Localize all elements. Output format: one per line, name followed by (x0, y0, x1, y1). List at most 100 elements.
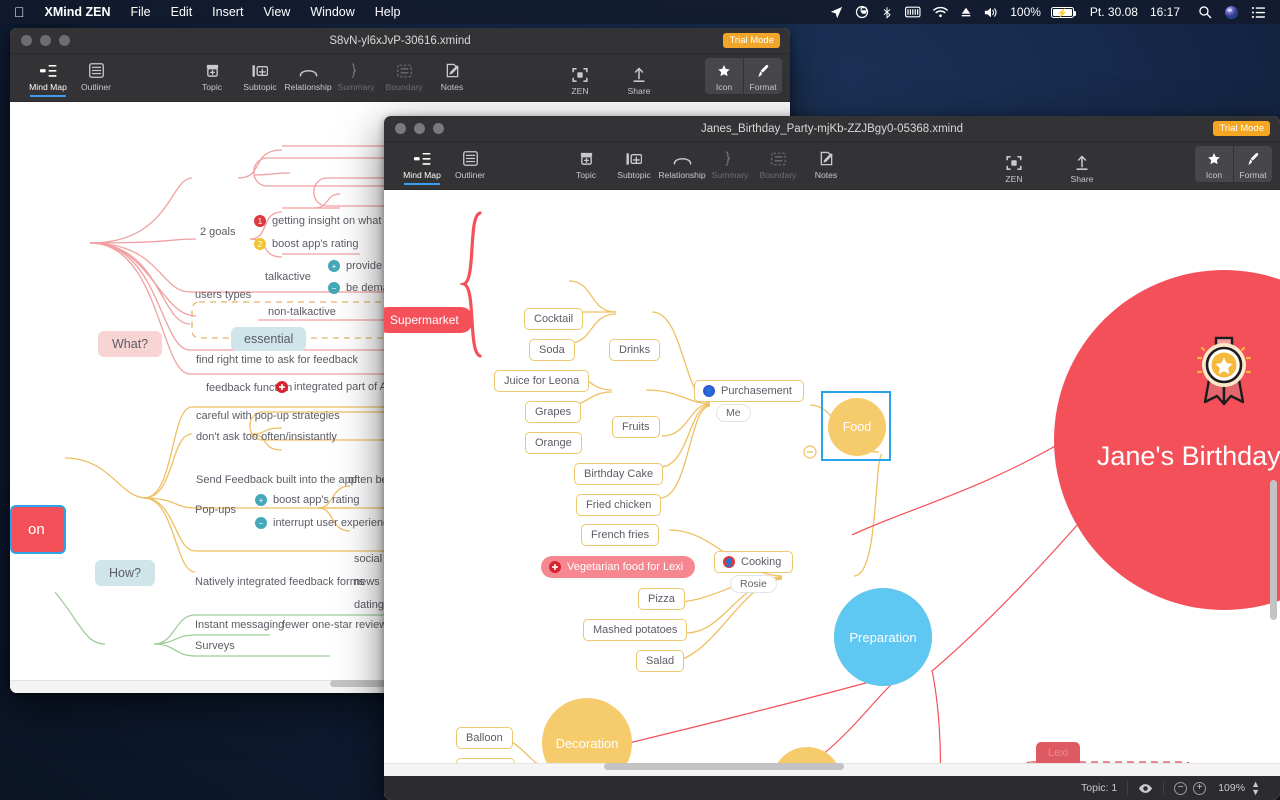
scrollbar-horizontal-front[interactable] (604, 763, 844, 770)
close-button-back[interactable] (21, 35, 32, 46)
node-preparation[interactable]: Preparation (834, 588, 932, 686)
minimize-button-back[interactable] (40, 35, 51, 46)
wifi-icon[interactable] (927, 6, 954, 18)
button-format-panel-front[interactable]: Format (1234, 146, 1272, 182)
node-non-talkactive[interactable]: non-talkactive (268, 306, 336, 318)
node-drinks[interactable]: Drinks (609, 339, 660, 361)
tab-mind-map-back[interactable]: Mind Map (24, 58, 72, 92)
node-integrated-part[interactable]: ✚ integrated part of A (276, 381, 387, 393)
button-icon-panel-back[interactable]: Icon (705, 58, 743, 94)
node-supermarket[interactable]: Supermarket (384, 307, 473, 333)
zoom-in-button[interactable]: + (1193, 782, 1206, 795)
button-share-front[interactable]: Share (1058, 150, 1106, 184)
node-mashed-potatoes[interactable]: Mashed potatoes (583, 619, 687, 641)
node-pizza[interactable]: Pizza (638, 588, 685, 610)
menu-item-window[interactable]: Window (300, 5, 364, 19)
menu-item-view[interactable]: View (253, 5, 300, 19)
button-notes-front[interactable]: Notes (802, 146, 850, 180)
tab-outliner-front[interactable]: Outliner (446, 146, 494, 180)
button-topic-back[interactable]: Topic (188, 58, 236, 92)
control-center-icon[interactable] (1245, 6, 1272, 19)
bluetooth-icon[interactable] (875, 6, 899, 19)
node-cooking[interactable]: 👤 Cooking (714, 551, 793, 573)
node-action-selected[interactable]: on (10, 505, 66, 554)
node-dont-ask-often[interactable]: don't ask too often/insistantly (196, 431, 337, 443)
node-instant-messaging[interactable]: Instant messaging (195, 619, 284, 631)
boundary-label-lexi[interactable]: Lexi (1036, 742, 1080, 764)
selection-box-food[interactable]: Food (821, 391, 891, 461)
statusbar-front[interactable]: Topic: 1 − + 109% ▲▼ (384, 776, 1280, 800)
minimize-button-front[interactable] (414, 123, 425, 134)
search-icon[interactable] (1186, 5, 1218, 19)
node-juice-for-leona[interactable]: Juice for Leona (494, 370, 589, 392)
button-subtopic-front[interactable]: Subtopic (610, 146, 658, 180)
menu-item-insert[interactable]: Insert (202, 5, 253, 19)
tab-mind-map-front[interactable]: Mind Map (398, 146, 446, 180)
button-zen-front[interactable]: ZEN (990, 150, 1038, 184)
battery-bar-icon[interactable] (899, 6, 927, 18)
node-grapes[interactable]: Grapes (525, 401, 581, 423)
eject-icon[interactable] (954, 6, 978, 18)
node-purchasement-owner[interactable]: Me (716, 404, 751, 422)
node-purchasement[interactable]: 👤 Purchasement (694, 380, 804, 402)
button-zen-back[interactable]: ZEN (556, 62, 604, 96)
node-send-feedback[interactable]: Send Feedback built into the app (196, 474, 357, 486)
scrollbar-vertical-front[interactable] (1270, 480, 1277, 620)
lock-icon[interactable] (849, 5, 875, 19)
eye-icon[interactable] (1127, 781, 1163, 795)
battery-icon[interactable]: ⚡ (1045, 7, 1080, 18)
menu-item-xmind-zen[interactable]: XMind ZEN (35, 5, 121, 19)
node-birthday-cake[interactable]: Birthday Cake (574, 463, 663, 485)
tab-outliner-back[interactable]: Outliner (72, 58, 120, 92)
trial-mode-badge-front[interactable]: Trial Mode (1213, 121, 1270, 136)
node-fewer-reviews[interactable]: fewer one-star reviews (282, 619, 393, 631)
traffic-lights-front[interactable] (384, 123, 444, 134)
button-icon-panel-front[interactable]: Icon (1195, 146, 1233, 182)
maximize-button-back[interactable] (59, 35, 70, 46)
node-dating[interactable]: dating (354, 599, 384, 611)
button-relationship-front[interactable]: Relationship (658, 146, 706, 180)
node-talkactive[interactable]: talkactive (265, 271, 311, 283)
menu-item-help[interactable]: Help (365, 5, 411, 19)
canvas-front[interactable]: Jane's Birthday Party Supermarket Cockta… (384, 190, 1280, 776)
node-vegetarian-food[interactable]: ✚ Vegetarian food for Lexi (541, 556, 695, 578)
volume-icon[interactable] (978, 6, 1004, 19)
node-what[interactable]: What? (98, 331, 162, 357)
button-subtopic-back[interactable]: Subtopic (236, 58, 284, 92)
node-soda[interactable]: Soda (529, 339, 575, 361)
maximize-button-front[interactable] (433, 123, 444, 134)
node-balloon[interactable]: Balloon (456, 727, 513, 749)
node-news[interactable]: news (354, 576, 380, 588)
node-boost-rating-2[interactable]: + boost app's rating (255, 494, 360, 506)
node-social[interactable]: social (354, 553, 382, 565)
titlebar-back[interactable]: S8vN-yl6xJvP-30616.xmind Trial Mode (10, 28, 790, 54)
node-goal-2[interactable]: 2 boost app's rating (254, 238, 359, 250)
node-interrupt-ux[interactable]: − interrupt user experience (255, 517, 395, 529)
trial-mode-badge-back[interactable]: Trial Mode (723, 33, 780, 48)
apple-logo-icon[interactable]:  (14, 5, 25, 19)
toolbar-front[interactable]: Mind Map Outliner Topic Subtopic (384, 142, 1280, 190)
siri-icon[interactable] (1218, 5, 1245, 20)
button-notes-back[interactable]: Notes (428, 58, 476, 92)
button-share-back[interactable]: Share (615, 62, 663, 96)
node-cooking-owner[interactable]: Rosie (730, 575, 777, 593)
window-janes-birthday-party[interactable]: Janes_Birthday_Party-mjKb-ZZJBgy0-05368.… (384, 116, 1280, 800)
node-popups[interactable]: Pop-ups (195, 504, 236, 516)
node-surveys[interactable]: Surveys (195, 640, 235, 652)
node-fried-chicken[interactable]: Fried chicken (576, 494, 661, 516)
node-orange[interactable]: Orange (525, 432, 582, 454)
button-topic-front[interactable]: Topic (562, 146, 610, 180)
zoom-out-button[interactable]: − (1174, 782, 1187, 795)
button-format-panel-back[interactable]: Format (744, 58, 782, 94)
node-cocktail[interactable]: Cocktail (524, 308, 583, 330)
close-button-front[interactable] (395, 123, 406, 134)
node-users-types[interactable]: users types (195, 289, 251, 301)
node-french-fries[interactable]: French fries (581, 524, 659, 546)
node-fruits[interactable]: Fruits (612, 416, 660, 438)
node-find-right-time[interactable]: find right time to ask for feedback (196, 354, 358, 366)
button-relationship-back[interactable]: Relationship (284, 58, 332, 92)
node-food[interactable]: Food (828, 398, 886, 456)
node-natively-integrated[interactable]: Natively integrated feedback forms (195, 576, 364, 588)
traffic-lights-back[interactable] (10, 35, 70, 46)
toolbar-right-group-front[interactable]: Icon Format (1194, 146, 1272, 182)
